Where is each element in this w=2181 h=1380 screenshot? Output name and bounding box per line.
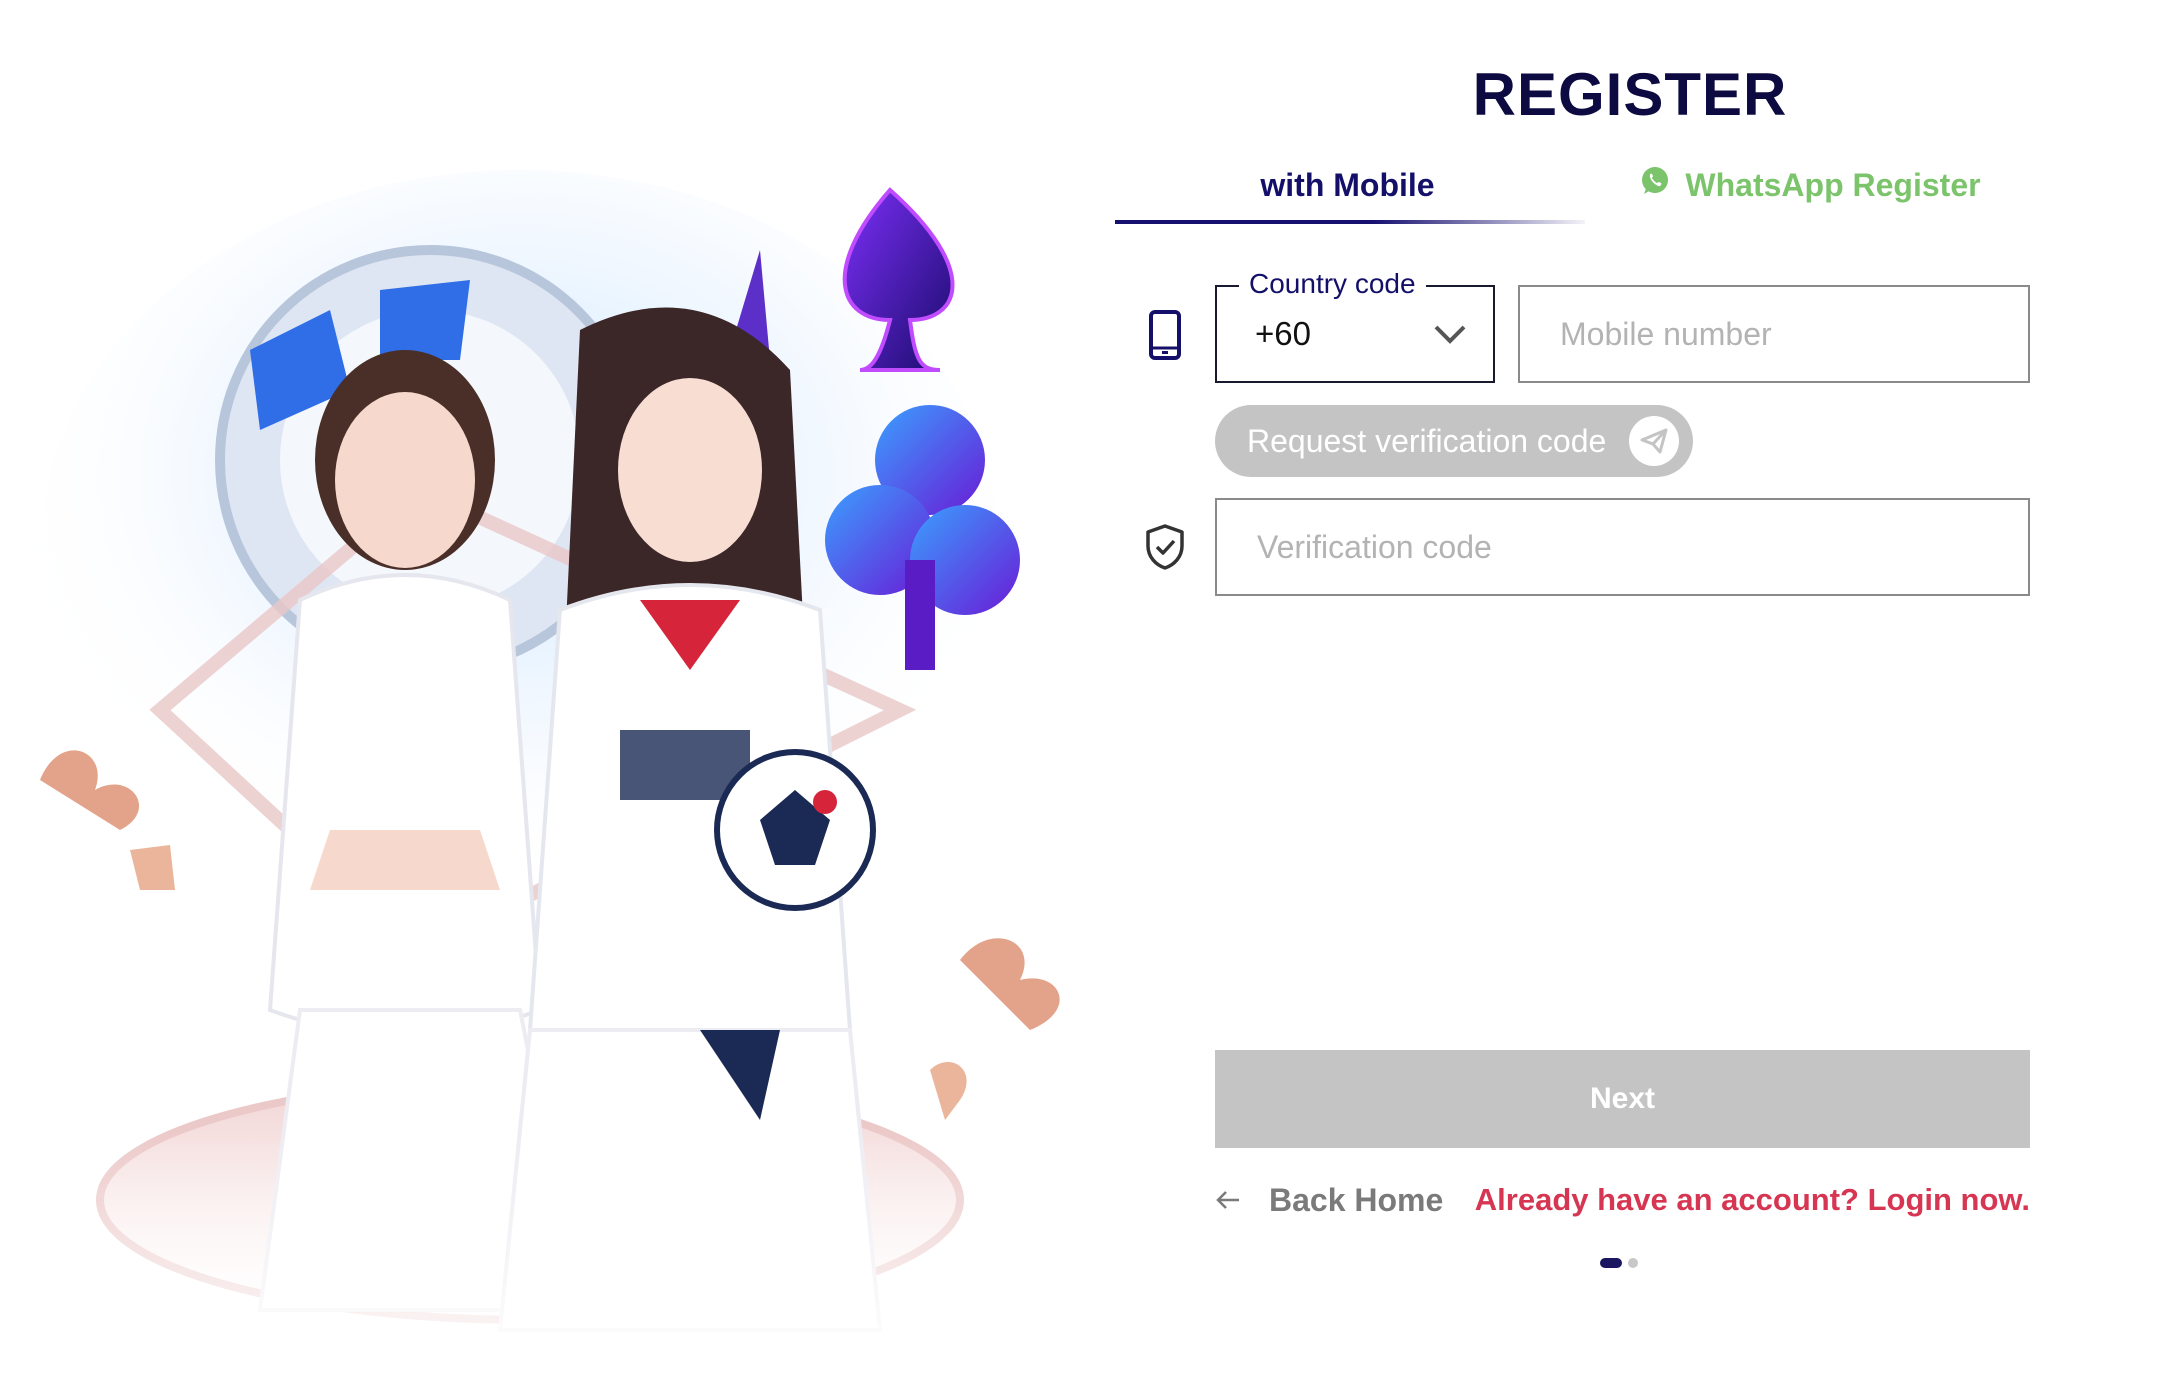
back-home-link[interactable]: Back Home	[1215, 1178, 1443, 1222]
whatsapp-icon	[1639, 165, 1671, 205]
tab-with-mobile[interactable]: with Mobile	[1115, 155, 1580, 215]
active-tab-indicator	[1115, 220, 1585, 224]
mobile-number-input[interactable]	[1518, 285, 2030, 383]
page-title: REGISTER	[1472, 61, 1788, 128]
mobile-phone-icon	[1140, 305, 1190, 365]
step-dot	[1628, 1258, 1638, 1268]
next-button[interactable]: Next	[1215, 1050, 2030, 1148]
send-icon	[1629, 416, 1679, 466]
hero-illustration	[0, 130, 1090, 1380]
step-dot-active	[1600, 1258, 1622, 1268]
tab-label: WhatsApp Register	[1685, 166, 1981, 203]
chevron-down-icon	[1433, 323, 1467, 350]
tab-label: with Mobile	[1260, 166, 1435, 203]
register-tabs: with Mobile WhatsApp Register	[1115, 155, 2040, 227]
login-now-link[interactable]: Already have an account? Login now.	[1475, 1178, 2030, 1222]
step-indicator	[1600, 1258, 1638, 1268]
country-code-legend: Country code	[1239, 268, 1426, 300]
arrow-left-icon	[1215, 1190, 1241, 1210]
verification-code-input[interactable]	[1215, 498, 2030, 596]
tab-whatsapp-register[interactable]: WhatsApp Register	[1580, 155, 2040, 215]
back-home-label: Back Home	[1269, 1181, 1444, 1218]
next-button-label: Next	[1589, 1082, 1656, 1115]
register-page: REGISTER with Mobile WhatsApp Register C…	[0, 0, 2181, 1380]
request-verification-code-button[interactable]: Request verification code	[1215, 405, 1693, 477]
country-code-select[interactable]: Country code +60	[1215, 268, 1495, 383]
shield-check-icon	[1140, 517, 1190, 577]
request-verification-code-label: Request verification code	[1247, 422, 1607, 459]
country-code-value: +60	[1255, 315, 1311, 352]
